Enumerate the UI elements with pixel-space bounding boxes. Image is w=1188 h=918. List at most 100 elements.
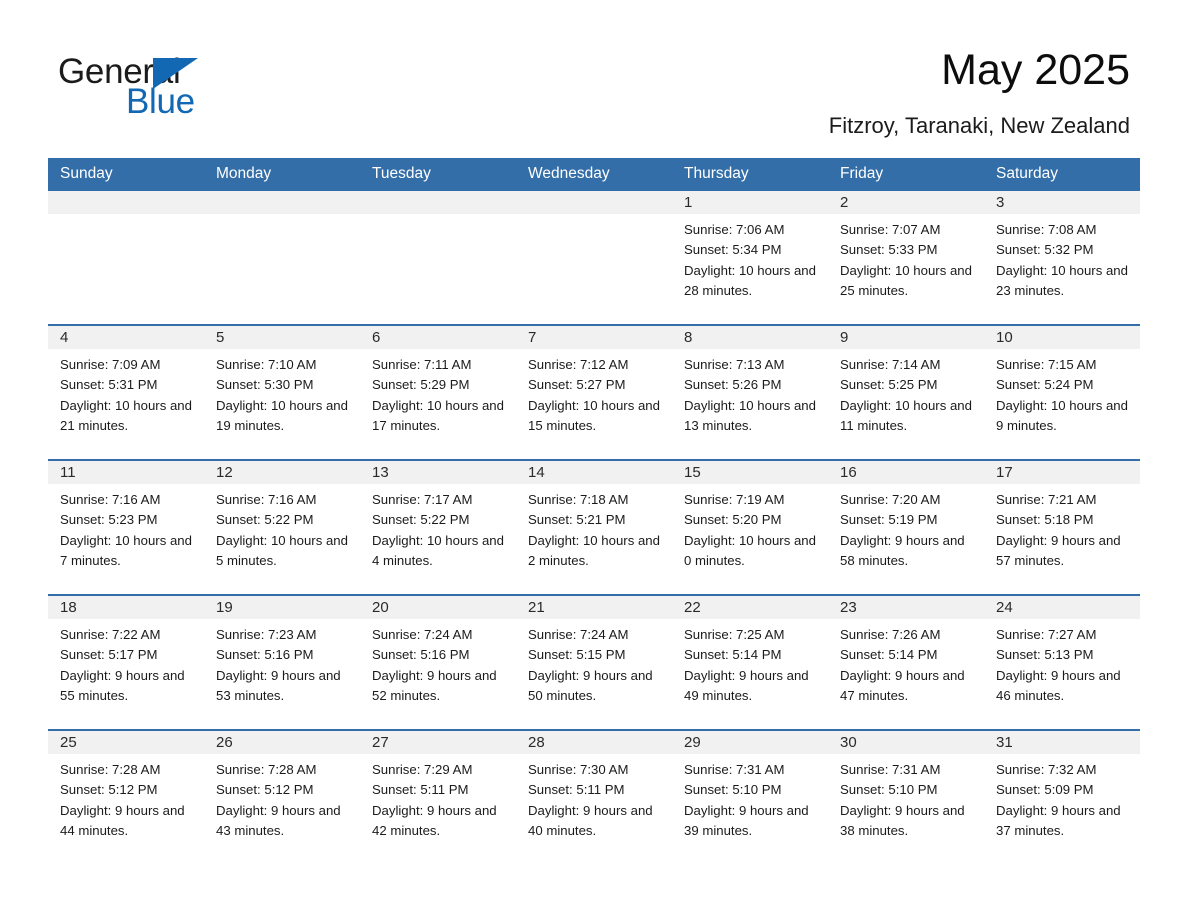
sunset-text: Sunset: 5:12 PM	[216, 782, 314, 798]
day-number: 15	[672, 461, 828, 484]
day-details: Sunrise: 7:31 AM Sunset: 5:10 PM Daylight:…	[672, 754, 828, 841]
calendar-day-cell[interactable]: 24 Sunrise: 7:27 AM Sunset: 5:13 PM Dayligh…	[984, 594, 1140, 730]
day-cell-content: 15 Sunrise: 7:19 AM Sunset: 5:20 PM Dayligh…	[672, 461, 828, 594]
sunrise-text: Sunrise: 7:11 AM	[372, 357, 472, 372]
day-cell-content: 8 Sunrise: 7:13 AM Sunset: 5:26 PM Daylight…	[672, 326, 828, 459]
sunrise-text: Sunrise: 7:30 AM	[528, 762, 629, 777]
sunrise-text: Sunrise: 7:09 AM	[60, 357, 161, 372]
day-cell-content: 25 Sunrise: 7:28 AM Sunset: 5:12 PM Dayligh…	[48, 731, 204, 864]
day-cell-content: 24 Sunrise: 7:27 AM Sunset: 5:13 PM Dayligh…	[984, 596, 1140, 729]
daylight-text: Daylight: 10 hours and 4 minutes.	[372, 532, 504, 568]
daylight-text: Daylight: 10 hours and 2 minutes.	[528, 532, 660, 568]
sunset-text: Sunset: 5:15 PM	[528, 647, 626, 663]
day-cell-content: 3 Sunrise: 7:08 AM Sunset: 5:32 PM Daylight…	[984, 191, 1140, 324]
daylight-text: Daylight: 10 hours and 9 minutes.	[996, 397, 1128, 433]
calendar-day-cell[interactable]: 4 Sunrise: 7:09 AM Sunset: 5:31 PM Daylight…	[48, 324, 204, 460]
calendar-week-row: 18 Sunrise: 7:22 AM Sunset: 5:17 PM Dayligh…	[48, 594, 1140, 730]
day-details: Sunrise: 7:16 AM Sunset: 5:22 PM Daylight:…	[204, 484, 360, 571]
day-number: 20	[360, 596, 516, 619]
calendar-day-cell[interactable]: 7 Sunrise: 7:12 AM Sunset: 5:27 PM Daylight…	[516, 324, 672, 460]
calendar-day-cell[interactable]: 22 Sunrise: 7:25 AM Sunset: 5:14 PM Dayligh…	[672, 594, 828, 730]
sunset-text: Sunset: 5:24 PM	[996, 377, 1094, 393]
calendar-day-cell[interactable]: 8 Sunrise: 7:13 AM Sunset: 5:26 PM Daylight…	[672, 324, 828, 460]
day-number: 5	[204, 326, 360, 349]
sunset-text: Sunset: 5:26 PM	[684, 377, 782, 393]
day-number: 29	[672, 731, 828, 754]
calendar-day-cell[interactable]: 16 Sunrise: 7:20 AM Sunset: 5:19 PM Dayligh…	[828, 459, 984, 595]
calendar-day-cell[interactable]: 2 Sunrise: 7:07 AM Sunset: 5:33 PM Daylight…	[828, 191, 984, 325]
sunrise-text: Sunrise: 7:29 AM	[372, 762, 473, 777]
day-number: 31	[984, 731, 1140, 754]
daylight-text: Daylight: 10 hours and 15 minutes.	[528, 397, 660, 433]
calendar-day-cell[interactable]: 29 Sunrise: 7:31 AM Sunset: 5:10 PM Dayligh…	[672, 729, 828, 864]
day-details: Sunrise: 7:26 AM Sunset: 5:14 PM Daylight:…	[828, 619, 984, 706]
calendar-day-cell[interactable]: 21 Sunrise: 7:24 AM Sunset: 5:15 PM Dayligh…	[516, 594, 672, 730]
sunrise-text: Sunrise: 7:12 AM	[528, 357, 629, 372]
daylight-text: Daylight: 9 hours and 55 minutes.	[60, 667, 185, 703]
calendar-day-cell[interactable]: 19 Sunrise: 7:23 AM Sunset: 5:16 PM Dayligh…	[204, 594, 360, 730]
day-number: 23	[828, 596, 984, 619]
sunrise-text: Sunrise: 7:17 AM	[372, 492, 473, 507]
day-cell-content: 9 Sunrise: 7:14 AM Sunset: 5:25 PM Daylight…	[828, 326, 984, 459]
day-number: 7	[516, 326, 672, 349]
daylight-text: Daylight: 10 hours and 11 minutes.	[840, 397, 972, 433]
calendar-day-cell[interactable]: 27 Sunrise: 7:29 AM Sunset: 5:11 PM Dayligh…	[360, 729, 516, 864]
sunrise-text: Sunrise: 7:14 AM	[840, 357, 941, 372]
calendar-day-cell[interactable]: 5 Sunrise: 7:10 AM Sunset: 5:30 PM Daylight…	[204, 324, 360, 460]
sunset-text: Sunset: 5:14 PM	[840, 647, 938, 663]
daylight-text: Daylight: 10 hours and 28 minutes.	[684, 262, 816, 298]
weekday-header-sunday: Sunday	[48, 158, 204, 191]
weekday-header-row: Sunday Monday Tuesday Wednesday Thursday…	[48, 158, 1140, 191]
day-cell-content: 22 Sunrise: 7:25 AM Sunset: 5:14 PM Dayligh…	[672, 596, 828, 729]
calendar-day-cell[interactable]: 23 Sunrise: 7:26 AM Sunset: 5:14 PM Dayligh…	[828, 594, 984, 730]
calendar-day-cell[interactable]: 14 Sunrise: 7:18 AM Sunset: 5:21 PM Dayligh…	[516, 459, 672, 595]
day-details: Sunrise: 7:20 AM Sunset: 5:19 PM Daylight:…	[828, 484, 984, 571]
day-cell-content: 18 Sunrise: 7:22 AM Sunset: 5:17 PM Dayligh…	[48, 596, 204, 729]
calendar-day-cell[interactable]: 17 Sunrise: 7:21 AM Sunset: 5:18 PM Dayligh…	[984, 459, 1140, 595]
daylight-text: Daylight: 10 hours and 0 minutes.	[684, 532, 816, 568]
calendar-day-cell[interactable]: 28 Sunrise: 7:30 AM Sunset: 5:11 PM Dayligh…	[516, 729, 672, 864]
calendar-day-cell[interactable]: 13 Sunrise: 7:17 AM Sunset: 5:22 PM Dayligh…	[360, 459, 516, 595]
sunrise-text: Sunrise: 7:06 AM	[684, 222, 785, 237]
calendar-day-cell[interactable]: 9 Sunrise: 7:14 AM Sunset: 5:25 PM Daylight…	[828, 324, 984, 460]
day-details: Sunrise: 7:27 AM Sunset: 5:13 PM Daylight:…	[984, 619, 1140, 706]
day-number: 28	[516, 731, 672, 754]
daylight-text: Daylight: 10 hours and 7 minutes.	[60, 532, 192, 568]
calendar-day-cell[interactable]: 1 Sunrise: 7:06 AM Sunset: 5:34 PM Daylight…	[672, 191, 828, 325]
calendar-day-cell[interactable]: 6 Sunrise: 7:11 AM Sunset: 5:29 PM Daylight…	[360, 324, 516, 460]
day-details: Sunrise: 7:06 AM Sunset: 5:34 PM Daylight:…	[672, 214, 828, 301]
calendar-day-cell[interactable]: 15 Sunrise: 7:19 AM Sunset: 5:20 PM Dayligh…	[672, 459, 828, 595]
sunrise-sunset-calendar: Sunday Monday Tuesday Wednesday Thursday…	[48, 158, 1140, 864]
day-number	[360, 191, 516, 214]
day-number: 2	[828, 191, 984, 214]
daylight-text: Daylight: 9 hours and 44 minutes.	[60, 802, 185, 838]
calendar-day-cell[interactable]: 30 Sunrise: 7:31 AM Sunset: 5:10 PM Dayligh…	[828, 729, 984, 864]
calendar-cell-empty	[360, 191, 516, 325]
day-number: 24	[984, 596, 1140, 619]
day-details: Sunrise: 7:11 AM Sunset: 5:29 PM Daylight:…	[360, 349, 516, 436]
sunrise-text: Sunrise: 7:10 AM	[216, 357, 317, 372]
calendar-day-cell[interactable]: 20 Sunrise: 7:24 AM Sunset: 5:16 PM Dayligh…	[360, 594, 516, 730]
daylight-text: Daylight: 9 hours and 37 minutes.	[996, 802, 1121, 838]
day-cell-content: 31 Sunrise: 7:32 AM Sunset: 5:09 PM Dayligh…	[984, 731, 1140, 864]
day-details: Sunrise: 7:07 AM Sunset: 5:33 PM Daylight:…	[828, 214, 984, 301]
daylight-text: Daylight: 9 hours and 42 minutes.	[372, 802, 497, 838]
calendar-cell-empty	[48, 191, 204, 325]
day-cell-content: 28 Sunrise: 7:30 AM Sunset: 5:11 PM Dayligh…	[516, 731, 672, 864]
calendar-day-cell[interactable]: 10 Sunrise: 7:15 AM Sunset: 5:24 PM Dayligh…	[984, 324, 1140, 460]
calendar-day-cell[interactable]: 18 Sunrise: 7:22 AM Sunset: 5:17 PM Dayligh…	[48, 594, 204, 730]
calendar-day-cell[interactable]: 26 Sunrise: 7:28 AM Sunset: 5:12 PM Dayligh…	[204, 729, 360, 864]
general-blue-logo[interactable]: General Blue	[58, 52, 318, 122]
day-details: Sunrise: 7:15 AM Sunset: 5:24 PM Daylight:…	[984, 349, 1140, 436]
sunrise-text: Sunrise: 7:18 AM	[528, 492, 629, 507]
daylight-text: Daylight: 10 hours and 5 minutes.	[216, 532, 348, 568]
day-number: 25	[48, 731, 204, 754]
day-cell-content	[516, 191, 672, 324]
calendar-day-cell[interactable]: 25 Sunrise: 7:28 AM Sunset: 5:12 PM Dayligh…	[48, 729, 204, 864]
day-cell-content: 13 Sunrise: 7:17 AM Sunset: 5:22 PM Dayligh…	[360, 461, 516, 594]
weekday-header-saturday: Saturday	[984, 158, 1140, 191]
calendar-day-cell[interactable]: 31 Sunrise: 7:32 AM Sunset: 5:09 PM Dayligh…	[984, 729, 1140, 864]
calendar-day-cell[interactable]: 11 Sunrise: 7:16 AM Sunset: 5:23 PM Dayligh…	[48, 459, 204, 595]
calendar-day-cell[interactable]: 3 Sunrise: 7:08 AM Sunset: 5:32 PM Daylight…	[984, 191, 1140, 325]
calendar-day-cell[interactable]: 12 Sunrise: 7:16 AM Sunset: 5:22 PM Dayligh…	[204, 459, 360, 595]
